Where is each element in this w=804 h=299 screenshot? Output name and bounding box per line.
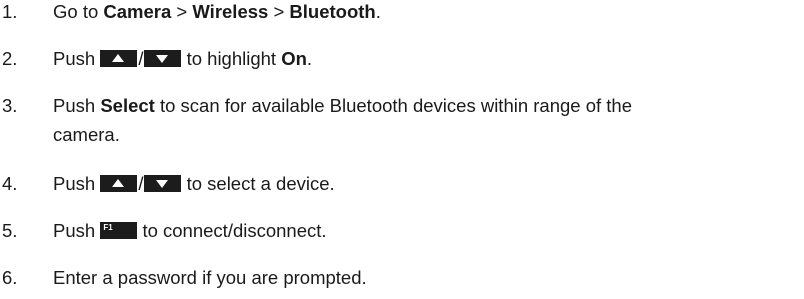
f1-key-icon: F1 bbox=[100, 222, 138, 239]
step-text-line: Go to Camera > Wireless > Bluetooth. bbox=[53, 1, 800, 23]
text-run: > bbox=[171, 1, 193, 22]
step-number: 1. bbox=[2, 1, 18, 22]
ui-term: Bluetooth bbox=[289, 1, 376, 22]
step-text-line: Push F1 to connect/disconnect. bbox=[53, 220, 800, 242]
text-run: Push bbox=[53, 48, 101, 69]
arrow-up-key-icon bbox=[100, 175, 138, 192]
step-text-line: camera. bbox=[53, 124, 800, 146]
step-text: Enter a password if you are prompted. bbox=[53, 267, 800, 289]
text-run: to highlight bbox=[181, 48, 282, 69]
text-run: Go to bbox=[53, 1, 104, 22]
text-run: to connect/disconnect. bbox=[137, 220, 327, 241]
step-text: Go to Camera > Wireless > Bluetooth. bbox=[53, 1, 800, 23]
step-number: 4. bbox=[2, 173, 18, 194]
step-number: 6. bbox=[2, 267, 18, 288]
text-run: > bbox=[268, 1, 290, 22]
step-number: 2. bbox=[2, 48, 18, 69]
step-text: Push Select to scan for available Blueto… bbox=[53, 95, 800, 146]
ui-term: On bbox=[281, 48, 307, 69]
step-text-line: Push / to highlight On. bbox=[53, 48, 800, 70]
ui-term: Select bbox=[100, 95, 155, 116]
arrow-down-key-icon bbox=[144, 50, 182, 67]
text-run: camera. bbox=[53, 124, 120, 145]
ui-term: Wireless bbox=[192, 1, 269, 22]
text-run: to select a device. bbox=[181, 173, 335, 194]
text-run: Push bbox=[53, 95, 101, 116]
text-run: Enter a password if you are prompted. bbox=[53, 267, 367, 288]
step-text-line: Enter a password if you are prompted. bbox=[53, 267, 800, 289]
step-text-line: Push Select to scan for available Blueto… bbox=[53, 95, 800, 117]
f1-key-label: F1 bbox=[103, 223, 113, 232]
text-run: Push bbox=[53, 220, 101, 241]
arrow-down-key-icon bbox=[144, 175, 182, 192]
text-run: Push bbox=[53, 173, 101, 194]
text-run: . bbox=[306, 48, 313, 69]
text-run: / bbox=[138, 48, 144, 69]
step-number: 5. bbox=[2, 220, 18, 241]
text-run: / bbox=[138, 173, 144, 194]
ui-term: Camera bbox=[103, 1, 172, 22]
text-run: . bbox=[375, 1, 381, 22]
step-text: Push / to select a device. bbox=[53, 173, 800, 195]
step-text: Push F1 to connect/disconnect. bbox=[53, 220, 800, 242]
step-text: Push / to highlight On. bbox=[53, 48, 800, 70]
arrow-up-key-icon bbox=[100, 50, 138, 67]
text-run: to scan for available Bluetooth devices … bbox=[154, 95, 633, 116]
step-number: 3. bbox=[2, 95, 18, 116]
step-text-line: Push / to select a device. bbox=[53, 173, 800, 195]
